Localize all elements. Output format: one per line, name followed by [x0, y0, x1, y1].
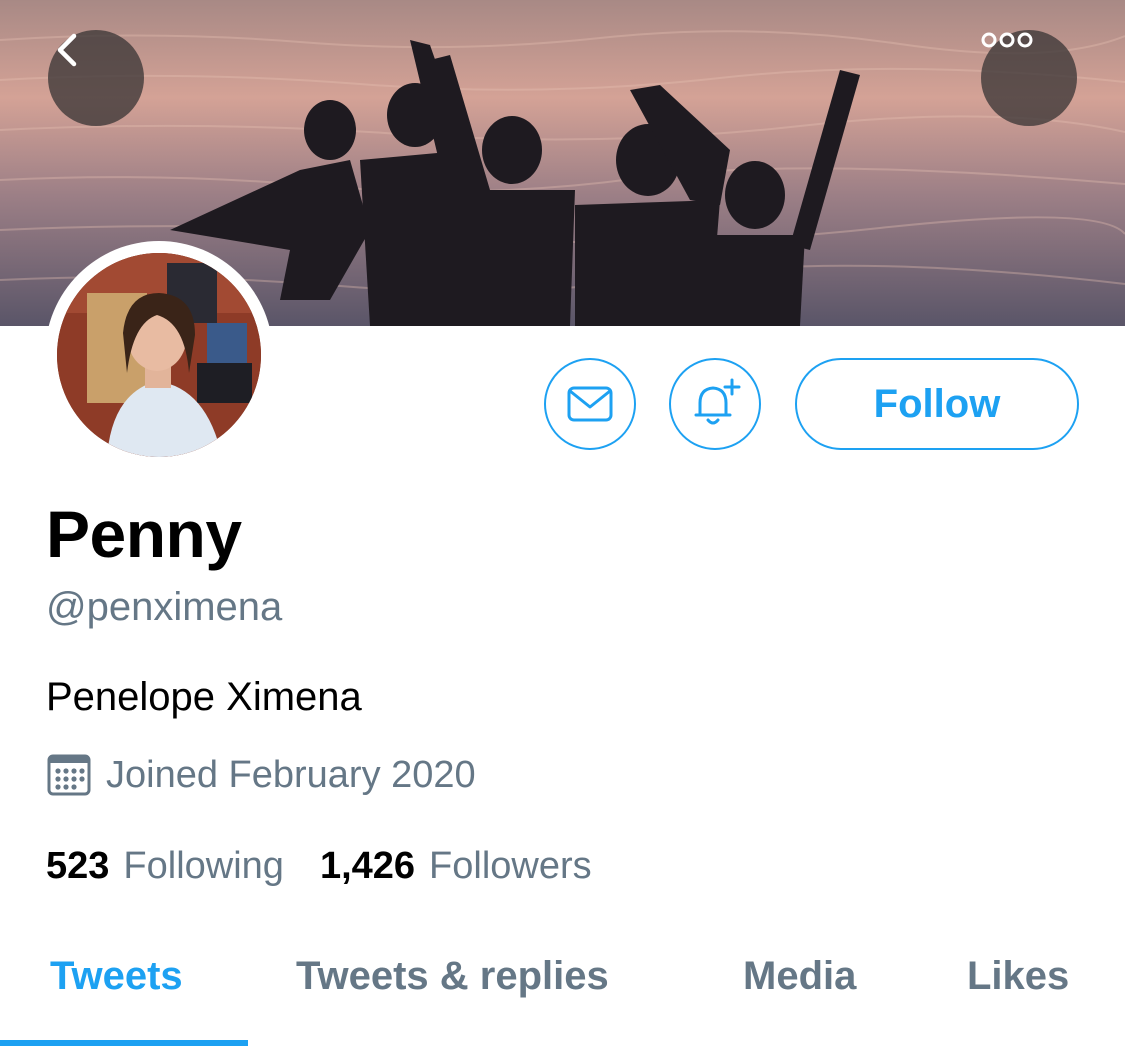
- username-handle: @penximena: [46, 585, 283, 629]
- tab-likes[interactable]: Likes: [967, 954, 1069, 999]
- following-label: Following: [123, 845, 284, 887]
- joined-date-row: Joined February 2020: [46, 752, 476, 798]
- profile-bio: Penelope Ximena: [46, 675, 362, 719]
- tab-tweets-and-replies[interactable]: Tweets & replies: [296, 954, 609, 999]
- joined-date: Joined February 2020: [106, 753, 476, 796]
- following-count: 523: [46, 845, 110, 887]
- active-tab-indicator: [0, 1040, 248, 1046]
- display-name: Penny: [46, 497, 242, 571]
- tab-media[interactable]: Media: [743, 954, 856, 999]
- more-options-button[interactable]: [981, 30, 1077, 126]
- bell-plus-icon: [694, 378, 741, 425]
- more-horizontal-icon: [981, 32, 1033, 48]
- followers-count: 1,426: [319, 845, 416, 887]
- chevron-left-icon: [57, 33, 77, 67]
- tab-tweets[interactable]: Tweets: [50, 954, 183, 999]
- followers-stat[interactable]: 1,426 Followers: [320, 845, 592, 888]
- avatar-photo: [57, 253, 261, 457]
- envelope-icon: [567, 386, 613, 422]
- followers-label: Followers: [429, 845, 592, 887]
- avatar[interactable]: [57, 253, 261, 457]
- message-button[interactable]: [544, 358, 636, 450]
- profile-tabs: Tweets Tweets & replies Media Likes: [0, 940, 1125, 1046]
- calendar-icon: [47, 754, 91, 796]
- following-stat[interactable]: 523 Following: [46, 845, 284, 888]
- notifications-button[interactable]: [669, 358, 761, 450]
- back-button[interactable]: [48, 30, 144, 126]
- follow-button[interactable]: Follow: [795, 358, 1079, 450]
- follow-stats: 523 Following 1,426 Followers: [46, 845, 592, 888]
